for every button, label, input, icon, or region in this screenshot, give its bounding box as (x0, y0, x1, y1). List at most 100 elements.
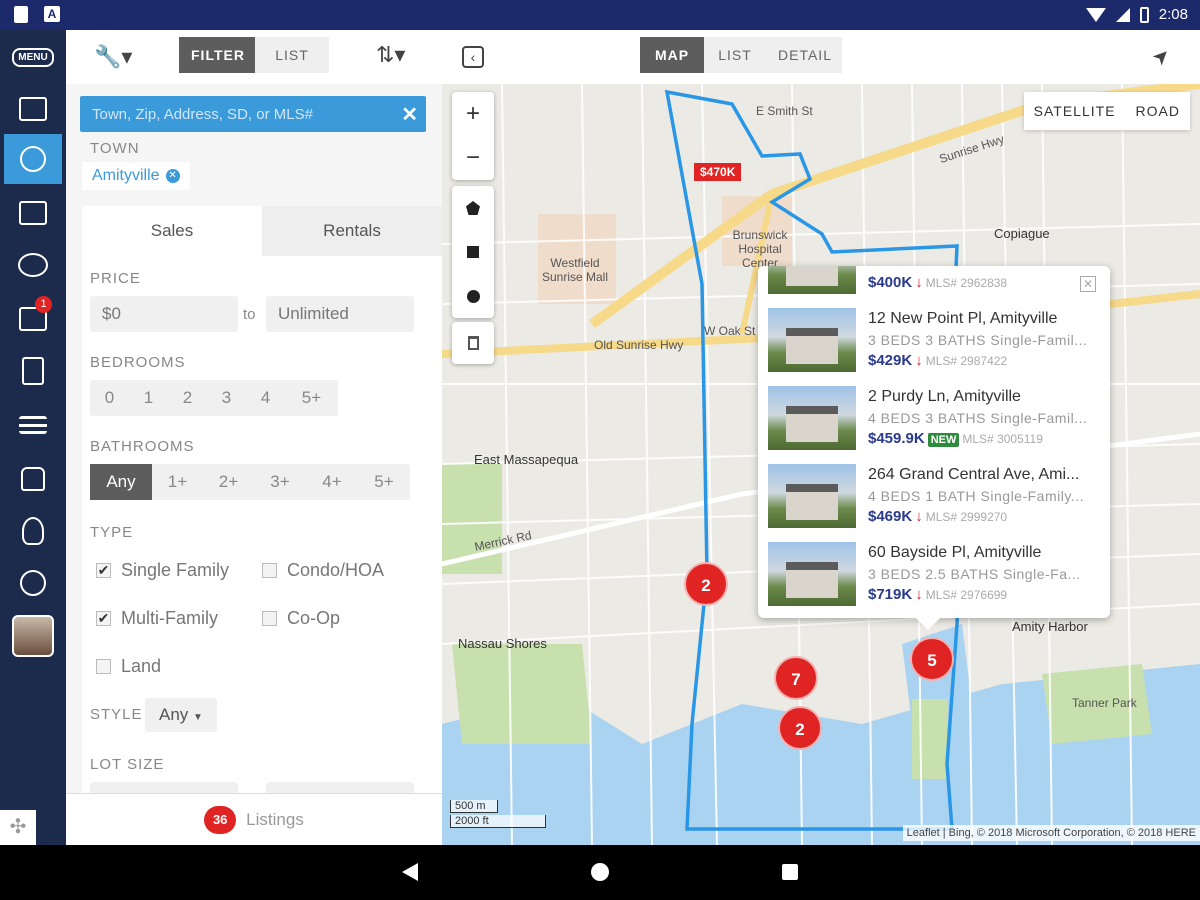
chat-icon (18, 253, 48, 277)
locate-me-icon[interactable]: ➤ (1147, 42, 1177, 72)
lot-size-max-input[interactable] (266, 782, 414, 793)
bathrooms-option[interactable]: 5+ (358, 464, 410, 500)
bedrooms-option[interactable]: 0 (90, 380, 129, 416)
mail-nav[interactable]: 1 (4, 294, 62, 344)
search-nav[interactable] (4, 134, 62, 184)
collapse-icon[interactable]: ✣ (0, 810, 36, 845)
bathrooms-option[interactable]: 3+ (254, 464, 306, 500)
bathrooms-option[interactable]: 1+ (152, 464, 203, 500)
tab-rentals[interactable]: Rentals (262, 206, 442, 256)
listing-mls: MLS# 2976699 (925, 588, 1008, 602)
scale-imperial: 2000 ft (450, 815, 546, 828)
remove-chip-icon[interactable]: ✕ (165, 168, 180, 183)
town-chip[interactable]: Amityville ✕ (82, 162, 190, 190)
cluster-marker[interactable]: 7 (774, 656, 818, 700)
back-icon[interactable] (402, 863, 418, 881)
price-min-input[interactable]: $0 (90, 296, 238, 332)
chat-nav[interactable] (4, 240, 62, 290)
lightbulb-nav[interactable] (4, 506, 62, 556)
price-max-input[interactable]: Unlimited (266, 296, 414, 332)
tab-detail[interactable]: DETAIL (766, 37, 842, 73)
filter-body: ✕ TOWN Amityville ✕ Sales Rentals PRICE $… (66, 84, 442, 793)
list-icon (19, 416, 47, 434)
bedrooms-option[interactable]: 5+ (285, 380, 338, 416)
listings-bar[interactable]: 36 Listings (66, 793, 442, 845)
tab-map[interactable]: MAP (640, 37, 704, 73)
zoom-out-button[interactable]: − (452, 136, 494, 180)
type-option-label: Condo/HOA (287, 560, 385, 580)
sort-icon[interactable]: ⇅▾ (376, 42, 405, 68)
popup-listing[interactable]: 60 Bayside Pl, Amityville 3 BEDS 2.5 BAT… (768, 540, 1098, 610)
price-to-label: to (243, 306, 256, 323)
satellite-layer-button[interactable]: SATELLITE (1024, 92, 1126, 130)
popup-listing[interactable]: 12 New Point Pl, Amityville 3 BEDS 3 BAT… (768, 306, 1098, 376)
checkbox-icon (96, 659, 111, 674)
type-multi-family[interactable]: ✔ Multi-Family (96, 608, 218, 629)
listing-price: $429K (868, 352, 913, 369)
bathrooms-option[interactable]: Any (90, 464, 152, 500)
popup-listing[interactable]: $400K ↓ MLS# 2962838 (768, 266, 1098, 298)
bedrooms-option[interactable]: 2 (168, 380, 207, 416)
list-nav[interactable] (4, 400, 62, 450)
magnifier-circle-nav[interactable] (4, 558, 62, 608)
price-down-icon: ↓ (915, 508, 923, 525)
bedrooms-label: BEDROOMS (90, 354, 186, 371)
documents-nav[interactable] (4, 346, 62, 396)
cluster-marker[interactable]: 2 (684, 562, 728, 606)
menu-label: MENU (12, 47, 54, 67)
lot-size-min-input[interactable] (90, 782, 238, 793)
map-scale: 500 m 2000 ft (450, 800, 546, 830)
bathrooms-option[interactable]: 4+ (306, 464, 358, 500)
tab-list[interactable]: LIST (704, 37, 766, 73)
bedrooms-option[interactable]: 1 (129, 380, 168, 416)
avatar[interactable] (12, 615, 54, 657)
collapse-panel-icon[interactable]: ‹ (462, 46, 484, 68)
road-layer-button[interactable]: ROAD (1126, 92, 1190, 130)
tab-sales[interactable]: Sales (82, 206, 262, 256)
briefcase-icon (19, 201, 47, 225)
cluster-marker[interactable]: 2 (778, 706, 822, 750)
clear-search-icon[interactable]: ✕ (401, 102, 418, 127)
recents-icon[interactable] (782, 864, 798, 880)
square-icon (467, 246, 479, 258)
checkbox-checked-icon: ✔ (96, 610, 111, 626)
popup-listing[interactable]: 264 Grand Central Ave, Ami... 4 BEDS 1 B… (768, 462, 1098, 532)
list-tab[interactable]: LIST (255, 37, 329, 73)
filter-tab[interactable]: FILTER (179, 37, 255, 73)
draw-polygon-button[interactable] (452, 186, 494, 230)
briefcase-nav[interactable] (4, 188, 62, 238)
map-label: Copiague (994, 226, 1050, 241)
draw-rectangle-button[interactable] (452, 230, 494, 274)
search-input[interactable] (80, 96, 390, 132)
listing-photo (768, 266, 856, 294)
map-label: W Oak St (704, 324, 756, 338)
cluster-marker[interactable]: 5 (910, 637, 954, 681)
type-single-family[interactable]: ✔ Single Family (96, 560, 229, 581)
sales-rentals-tabs: Sales Rentals (82, 206, 442, 256)
view-toggle: MAP LIST DETAIL (640, 37, 842, 73)
popup-listing[interactable]: 2 Purdy Ln, Amityville 4 BEDS 3 BATHS Si… (768, 384, 1098, 454)
thumbs-up-icon (21, 467, 45, 491)
type-co-op[interactable]: Co-Op (262, 608, 340, 629)
town-chip-label: Amityville (92, 167, 160, 184)
wifi-icon (1085, 7, 1106, 22)
thumbs-up-nav[interactable] (4, 454, 62, 504)
price-marker[interactable]: $470K (694, 163, 742, 181)
wrench-icon[interactable]: 🔧▾ (94, 44, 132, 70)
bedrooms-option[interactable]: 3 (207, 380, 246, 416)
battery-icon (1139, 6, 1149, 23)
menu-button[interactable]: MENU (4, 32, 62, 82)
bedrooms-option[interactable]: 4 (246, 380, 285, 416)
type-land[interactable]: Land (96, 656, 161, 677)
delete-shape-button[interactable] (452, 322, 494, 364)
listings-nav[interactable] (4, 84, 62, 134)
draw-circle-button[interactable] (452, 274, 494, 318)
style-select[interactable]: Any ▼ (145, 698, 217, 732)
zoom-in-button[interactable]: + (452, 92, 494, 136)
home-icon[interactable] (591, 863, 609, 881)
bathrooms-option[interactable]: 2+ (203, 464, 254, 500)
status-time: 2:08 (1158, 6, 1188, 23)
map[interactable]: E Smith St Sunrise Hwy Westfield Sunrise… (442, 84, 1200, 845)
circle-icon (466, 289, 480, 303)
type-condo[interactable]: Condo/HOA (262, 560, 384, 581)
